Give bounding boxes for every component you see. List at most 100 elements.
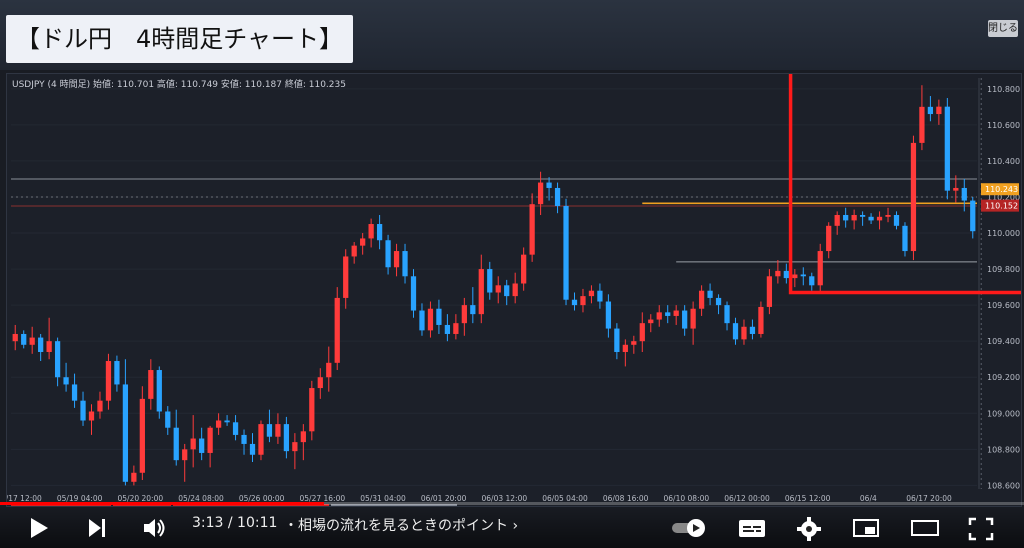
candle-body (266, 424, 273, 437)
video-frame: 【ドル円 4時間足チャート】 閉じる 110.800 110.600 110.400… (0, 0, 1024, 548)
candle-body (639, 323, 645, 342)
candle-body (953, 187, 959, 191)
candle-body (131, 472, 137, 482)
play-icon[interactable] (28, 517, 50, 539)
candle-body (868, 216, 874, 221)
y-tick-label: 110.400 (987, 157, 1020, 166)
candle-body (71, 384, 78, 401)
candle-body (224, 420, 230, 423)
candle-body (775, 270, 781, 277)
candle-body (970, 200, 976, 232)
ohlc-info: USDJPY (4 時間足) 始値: 110.701 高値: 110.749 安… (12, 80, 346, 90)
candle-body (478, 269, 484, 315)
candle-body (504, 285, 510, 297)
candle-body (182, 449, 188, 461)
next-icon[interactable] (86, 517, 108, 539)
candle-body (21, 333, 27, 345)
theater-mode-icon[interactable] (910, 517, 940, 539)
candle-body (673, 310, 679, 316)
candle-body (402, 251, 408, 277)
y-tick-label: 109.600 (987, 301, 1020, 310)
candle-body (631, 341, 637, 345)
candle-body (309, 388, 315, 432)
candle-body (292, 442, 298, 452)
candle-body (944, 106, 950, 191)
candle-body (614, 328, 620, 352)
candle-body (724, 305, 730, 324)
candle-body (707, 290, 713, 298)
candle-body (410, 276, 417, 311)
candle-body (258, 424, 264, 455)
y-tick-label: 110.800 (987, 85, 1020, 94)
candle-body (749, 326, 756, 334)
candle-body (758, 306, 764, 334)
candle-body (165, 411, 171, 428)
candle-body (38, 337, 44, 352)
candle-body (317, 377, 323, 389)
candle-body (343, 256, 349, 298)
y-tick-label: 110.000 (987, 229, 1020, 238)
candle-body (580, 296, 586, 306)
price-label: 110.152 (985, 202, 1018, 211)
candle-body (393, 251, 400, 268)
candle-body (588, 290, 595, 297)
candle-body (893, 215, 900, 226)
candle-body (732, 323, 739, 340)
candle-body (139, 398, 145, 473)
candle-body (199, 438, 205, 453)
candle-body (148, 370, 154, 399)
candle-body (859, 215, 866, 217)
candle-body (487, 269, 493, 293)
candle-body (80, 400, 86, 421)
candle-body (283, 424, 290, 452)
candle-body (826, 225, 832, 252)
candle-body (385, 240, 391, 268)
candle-body (275, 424, 281, 437)
candle-body (910, 142, 917, 252)
y-tick-label: 109.800 (987, 265, 1020, 274)
y-tick-label: 109.000 (987, 409, 1020, 418)
candle-body (54, 341, 61, 378)
candle-body (521, 254, 527, 284)
candle-body (249, 443, 256, 455)
candle-body (326, 362, 332, 378)
y-tick-label: 109.400 (987, 337, 1020, 346)
candle-body (495, 285, 501, 293)
candle-body (12, 333, 18, 342)
y-tick-label: 110.600 (987, 121, 1020, 130)
candlestick-chart: 110.800110.600110.400110.200110.000109.8… (7, 74, 1021, 506)
candle-body (351, 245, 357, 257)
candle-body (105, 361, 112, 401)
candle-body (783, 270, 789, 279)
settings-gear-icon[interactable] (796, 517, 822, 541)
candle-body (190, 438, 196, 450)
candle-body (114, 361, 120, 385)
time-display: 3:13 / 10:11 (192, 515, 278, 531)
chart-panel: 110.800 110.600 110.400 110.200 110.000 109.8… (6, 73, 1022, 507)
candle-body (690, 308, 696, 329)
subtitles-icon[interactable] (738, 517, 766, 539)
candle-body (817, 251, 823, 286)
autoplay-toggle-icon[interactable] (670, 516, 710, 540)
candle-body (360, 238, 366, 246)
candle-body (97, 400, 103, 412)
miniplayer-icon[interactable] (852, 517, 880, 539)
close-button[interactable]: 閉じる (988, 20, 1018, 37)
candle-body (936, 106, 942, 115)
candle-body (885, 215, 891, 217)
candle-body (597, 290, 603, 302)
candle-body (554, 187, 561, 206)
candle-body (919, 106, 925, 143)
volume-icon[interactable] (142, 517, 168, 539)
candle-body (546, 182, 552, 188)
candle-body (29, 337, 35, 345)
candle-body (215, 420, 222, 428)
candle-body (622, 344, 628, 352)
candle-body (368, 224, 374, 239)
candle-body (961, 187, 967, 201)
candle-body (444, 324, 451, 334)
chapter-title[interactable]: ・相場の流れを見るときのポイント › (284, 515, 518, 535)
candle-body (927, 106, 934, 115)
candle-body (419, 310, 425, 331)
fullscreen-icon[interactable] (968, 517, 994, 541)
